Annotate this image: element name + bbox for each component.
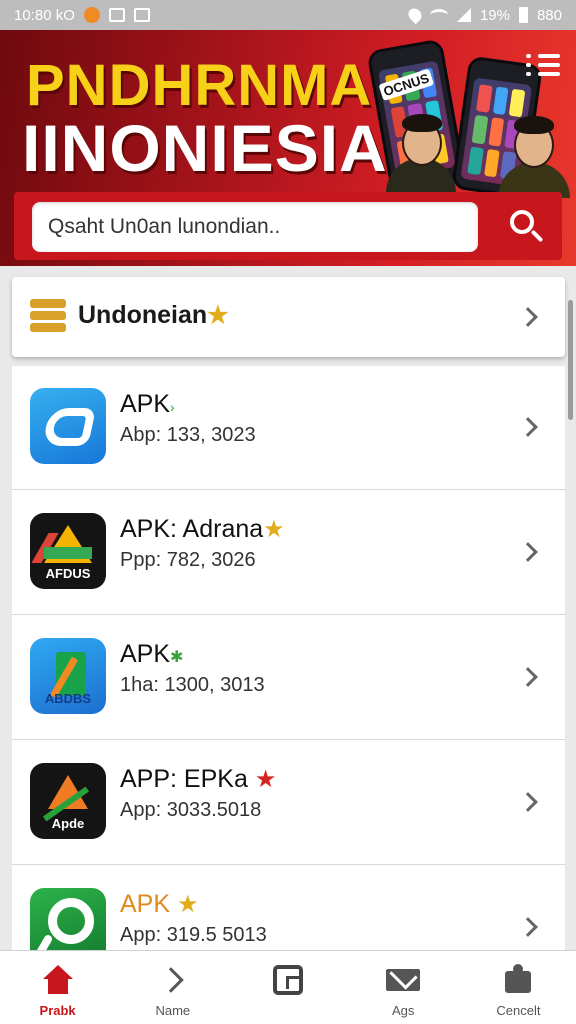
battery-icon <box>518 7 528 23</box>
stack-icon <box>30 299 66 333</box>
app-name: APP: EPKa ★ <box>120 765 277 793</box>
bottom-nav: Prabk Name Ags Cencelt <box>0 950 576 1024</box>
app-name: APK✱ <box>120 640 184 668</box>
header-banner: PNDHRNMA IINONIESIA OCNUS <box>0 30 576 266</box>
category-title: Undoneian★ <box>78 301 229 330</box>
status-extra: 880 <box>536 6 562 24</box>
person-left-hair <box>402 114 442 132</box>
app-subtitle: Ppp: 782, 3026 <box>120 549 256 571</box>
brand-title-line2: IINONIESIA <box>22 111 388 185</box>
star-icon: ★ <box>263 516 285 543</box>
location-icon <box>405 5 425 25</box>
app-row[interactable]: AFDUS APK: Adrana★ Ppp: 782, 3026 <box>12 491 565 615</box>
drive-app-icon: AFDUS <box>30 513 106 589</box>
category-card[interactable]: Undoneian★ <box>12 277 565 357</box>
chevron-right-icon <box>518 667 538 687</box>
star-icon: ★ <box>254 766 277 793</box>
search-input[interactable] <box>32 202 478 252</box>
status-left: 10:80 kO <box>14 7 150 24</box>
nav-label: Cencelt <box>496 1003 541 1018</box>
app-row[interactable]: APK› Abp: 133, 3023 <box>12 366 565 490</box>
nav-item-name[interactable]: Name <box>115 951 230 1024</box>
icon-caption: ABDBS <box>44 691 92 706</box>
star-icon: ★ <box>176 891 199 918</box>
nav-item-cencelt[interactable]: Cencelt <box>461 951 576 1024</box>
status-time: 10:80 kO <box>14 6 75 24</box>
home-icon <box>41 965 75 997</box>
square-icon <box>271 965 305 997</box>
green-app-icon <box>30 888 106 951</box>
app-subtitle: Abp: 133, 3023 <box>120 424 256 446</box>
app-subtitle: 1ha: 1300, 3013 <box>120 674 265 696</box>
chevron-right-icon <box>518 542 538 562</box>
blue-app-icon <box>30 388 106 464</box>
icon-caption: AFDUS <box>45 566 91 581</box>
puzzle-icon <box>501 964 535 997</box>
app-subtitle: App: 3033.5018 <box>120 799 262 821</box>
nav-label: Prabk <box>39 1003 76 1018</box>
icon-caption: Apde <box>51 816 85 831</box>
red-app-icon: Apde <box>30 763 106 839</box>
app-name: APK ★ <box>120 890 199 918</box>
category-title-text: Undoneian <box>78 301 208 329</box>
app-subtitle: App: 319.5 5013 <box>120 924 267 946</box>
app-name: APK: Adrana★ <box>120 515 285 543</box>
star-icon: ★ <box>207 302 229 329</box>
nav-label: Name <box>155 1003 191 1018</box>
battery-percent: 19% <box>479 6 510 24</box>
search-icon <box>510 210 534 234</box>
app-name: APK› <box>120 390 175 418</box>
notification-app-icon <box>83 7 100 23</box>
wifi-icon <box>429 9 448 21</box>
nav-label: Ags <box>392 1003 415 1018</box>
person-right-hair <box>514 116 554 134</box>
nav-item-square[interactable] <box>230 951 345 1024</box>
chevron-right-icon <box>518 792 538 812</box>
nav-item-ags[interactable]: Ags <box>346 951 461 1024</box>
search-bar <box>14 192 562 260</box>
app-row[interactable]: ABDBS APK✱ 1ha: 1300, 3013 <box>12 616 565 740</box>
brand-title-line1: PNDHRNMA <box>26 53 373 118</box>
search-button[interactable] <box>504 204 550 250</box>
chevron-right-icon <box>518 917 538 937</box>
app-list: APK› Abp: 133, 3023 AFDUS APK: Adrana★ P… <box>12 366 565 951</box>
sparkle-icon: ✱ <box>170 649 184 666</box>
mail-icon <box>386 965 421 997</box>
menu-icon <box>526 54 531 58</box>
nav-item-home[interactable]: Prabk <box>0 951 115 1024</box>
chevron-right-icon <box>518 307 538 327</box>
menu-button[interactable] <box>520 48 560 82</box>
status-right: 19% 880 <box>405 5 562 25</box>
notification-box-icon <box>108 8 125 22</box>
app-row[interactable]: APK ★ App: 319.5 5013 <box>12 866 565 951</box>
leaf-icon: › <box>170 399 175 415</box>
app-row[interactable]: Apde APP: EPKa ★ App: 3033.5018 <box>12 741 565 865</box>
signal-icon <box>456 8 471 22</box>
chevron-right-icon <box>518 417 538 437</box>
status-bar: 10:80 kO 19% 880 <box>0 0 576 30</box>
orange-app-icon: ABDBS <box>30 638 106 714</box>
scrollbar[interactable] <box>568 300 573 420</box>
chevron-right-icon <box>156 965 190 997</box>
notification-image-icon <box>133 8 150 22</box>
